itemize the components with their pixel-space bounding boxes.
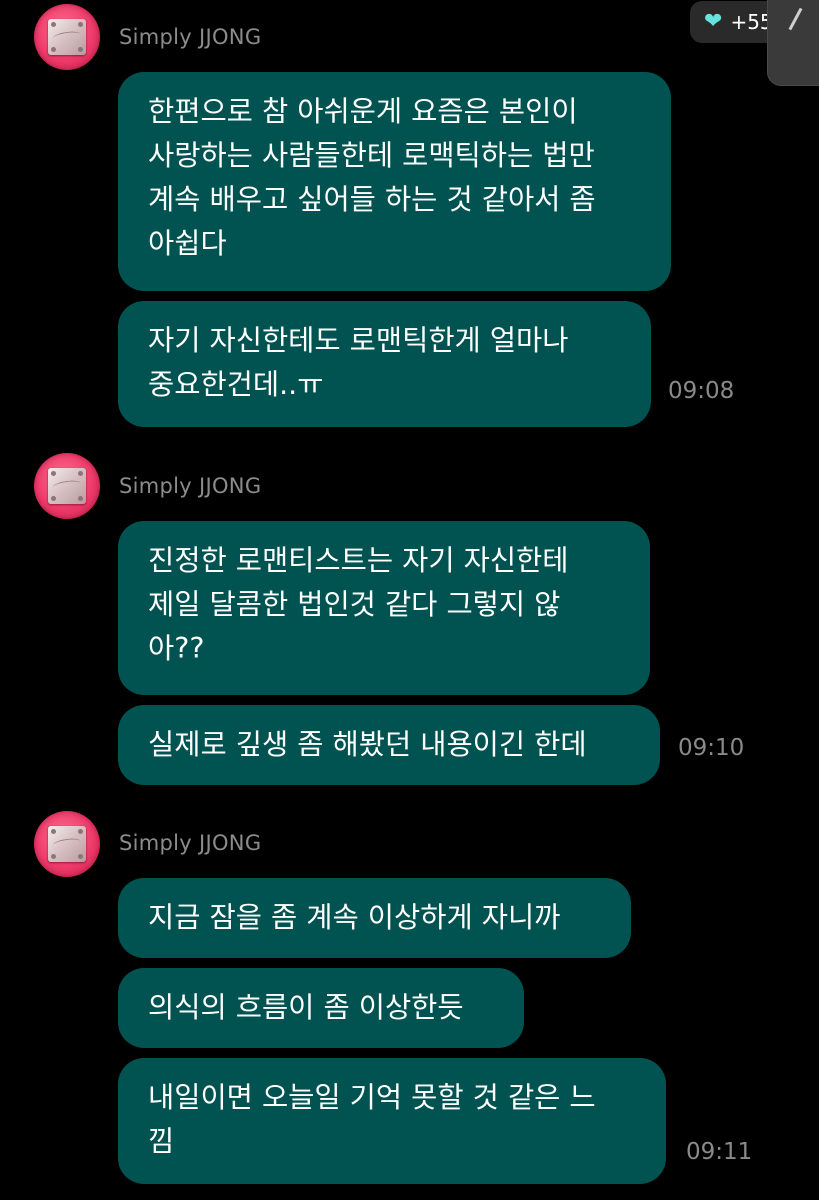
message-bubble[interactable]: 한편으로 참 아쉬운게 요즘은 본인이 사랑하는 사람들한테 로맥틱하는 법만 …	[118, 72, 671, 291]
message-bubble[interactable]: 지금 잠을 좀 계속 이상하게 자니까	[118, 878, 631, 958]
sender-name: Simply JJONG	[119, 474, 262, 498]
message-timestamp: 09:08	[668, 378, 735, 404]
avatar[interactable]	[34, 453, 100, 519]
message-bubble[interactable]: 자기 자신한테도 로맨틱한게 얼마나 중요한건데..ㅠ	[118, 301, 651, 427]
message-timestamp: 09:11	[686, 1139, 753, 1165]
message-bubble[interactable]: 의식의 흐름이 좀 이상한듯	[118, 968, 524, 1048]
guitar-neckplate-icon	[48, 19, 86, 55]
message-bubble[interactable]: 실제로 깊생 좀 해봤던 내용이긴 한데	[118, 705, 660, 785]
guitar-neckplate-icon	[48, 468, 86, 504]
message-timestamp: 09:10	[678, 735, 745, 761]
avatar[interactable]	[34, 4, 100, 70]
sender-name: Simply JJONG	[119, 831, 262, 855]
message-bubble[interactable]: 진정한 로맨티스트는 자기 자신한테 제일 달콤한 법인것 같다 그렇지 않 아…	[118, 521, 650, 695]
edit-icon	[788, 7, 803, 31]
message-bubble[interactable]: 내일이면 오늘일 기억 못할 것 같은 느 낌	[118, 1058, 666, 1184]
avatar[interactable]	[34, 811, 100, 877]
sender-name: Simply JJONG	[119, 25, 262, 49]
heart-icon: ❤	[704, 9, 723, 34]
guitar-neckplate-icon	[48, 826, 86, 862]
floating-action-button[interactable]	[767, 0, 819, 86]
